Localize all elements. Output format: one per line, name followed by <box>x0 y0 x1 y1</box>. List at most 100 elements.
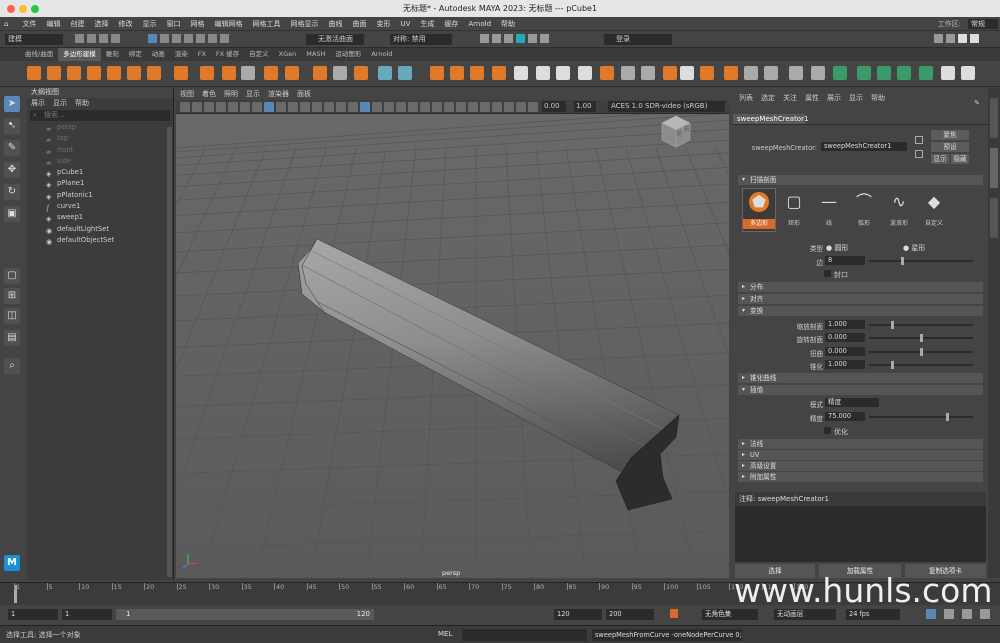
outliner-item[interactable]: ▰ side <box>27 156 173 167</box>
outliner-item[interactable]: ◈ pCube1 <box>27 167 173 178</box>
node-tab[interactable]: sweepMeshCreator1 <box>733 114 808 124</box>
attr-menu-3[interactable]: 属性 <box>801 88 823 108</box>
viewport-menu-2[interactable]: 照明 <box>220 88 242 100</box>
type-star-radio[interactable]: ● 星形 <box>903 243 925 253</box>
viewport-tool-icon-19[interactable] <box>408 102 418 112</box>
shelf-tool-icon-34[interactable] <box>764 66 778 80</box>
zoom-window-button[interactable] <box>31 5 39 13</box>
profile-option[interactable]: ∿ 波浪形 <box>883 189 915 231</box>
sides-field[interactable]: 8 <box>825 256 865 265</box>
viewport-tool-icon-12[interactable] <box>324 102 334 112</box>
menu-item-10[interactable]: 网格显示 <box>285 17 323 31</box>
presets-button[interactable]: 预设 <box>931 142 969 152</box>
menu-item-13[interactable]: 变形 <box>371 17 395 31</box>
menu-item-14[interactable]: UV <box>395 17 415 31</box>
shelf-tool-icon-6[interactable] <box>147 66 161 80</box>
viewport-tool-icon-29[interactable] <box>528 102 538 112</box>
shelf-tab-4[interactable]: 动画 <box>147 48 170 61</box>
shelf-tool-icon-3[interactable] <box>87 66 101 80</box>
viewport-menu-4[interactable]: 渲染器 <box>264 88 293 100</box>
optimize-checkbox[interactable] <box>824 427 831 434</box>
menu-set-select[interactable]: 建模 <box>5 34 63 45</box>
shelf-tool-icon-14[interactable] <box>333 66 347 80</box>
outliner-item[interactable]: ◈ pPlatonic1 <box>27 190 173 201</box>
exposure-field[interactable]: 0.00 <box>542 101 566 112</box>
attr-menu-2[interactable]: 关注 <box>779 88 801 108</box>
symmetry-select[interactable]: 对称: 禁用 <box>390 34 452 45</box>
shelf-tool-icon-36[interactable] <box>811 66 825 80</box>
notes-area[interactable]: 注释: sweepMeshCreator1 <box>735 492 986 562</box>
shelf-tool-icon-9[interactable] <box>222 66 236 80</box>
shelf-tool-icon-17[interactable] <box>398 66 412 80</box>
shelf-tab-5[interactable]: 渲染 <box>170 48 193 61</box>
profile-option[interactable]: ▢ 矩形 <box>778 189 810 231</box>
transform-section-header[interactable]: 变换 <box>738 306 983 316</box>
character-set-select[interactable]: 无角色集 <box>702 609 758 620</box>
input-node-icon[interactable] <box>915 136 923 144</box>
shelf-tool-icon-40[interactable] <box>897 66 911 80</box>
shelf-tool-icon-26[interactable] <box>600 66 614 80</box>
viewport-tool-icon-28[interactable] <box>516 102 526 112</box>
shelf-tool-icon-7[interactable] <box>174 66 188 80</box>
menu-item-17[interactable]: Arnold <box>463 17 496 31</box>
viewport-tool-icon-27[interactable] <box>504 102 514 112</box>
fps-select[interactable]: 24 fps <box>846 609 900 620</box>
range-slider[interactable]: 1 120 <box>116 609 374 620</box>
gamma-field[interactable]: 1.00 <box>574 101 596 112</box>
home-icon[interactable]: ⌂ <box>0 17 12 31</box>
menu-item-9[interactable]: 网格工具 <box>247 17 285 31</box>
focus-button[interactable]: 聚焦 <box>931 130 969 140</box>
outliner-menu-0[interactable]: 展示 <box>31 99 45 107</box>
viewport-tool-icon-0[interactable] <box>180 102 190 112</box>
viewport-menu-5[interactable]: 面板 <box>293 88 315 100</box>
shelf-tool-icon-8[interactable] <box>200 66 214 80</box>
shelf-tool-icon-23[interactable] <box>536 66 550 80</box>
viewport-tool-icon-17[interactable] <box>384 102 394 112</box>
interpolation-section-header[interactable]: 插值 <box>738 385 983 395</box>
node-name-field[interactable]: sweepMeshCreator1 <box>821 142 907 151</box>
shelf-tool-icon-42[interactable] <box>941 66 955 80</box>
menu-item-3[interactable]: 选择 <box>89 17 113 31</box>
shelf-tool-icon-24[interactable] <box>556 66 570 80</box>
precision-field[interactable]: 75.000 <box>825 412 865 421</box>
shelf-tab-2[interactable]: 雕刻 <box>101 48 124 61</box>
shelf-tool-icon-37[interactable] <box>833 66 847 80</box>
shelf-tab-12[interactable]: Arnold <box>366 48 397 61</box>
show-button[interactable]: 显示 <box>931 154 949 164</box>
outliner-item[interactable]: ▰ persp <box>27 122 173 133</box>
menu-item-11[interactable]: 曲线 <box>323 17 347 31</box>
shelf-tool-icon-38[interactable] <box>857 66 871 80</box>
select-tool-icon[interactable]: ➤ <box>4 96 20 112</box>
menu-item-8[interactable]: 编辑网格 <box>209 17 247 31</box>
viewport[interactable]: 前 右 persp <box>176 88 729 578</box>
outliner-item[interactable]: ◈ pPlane1 <box>27 178 173 189</box>
outliner-item[interactable]: ◈ sweep1 <box>27 212 173 223</box>
shelf-tool-icon-10[interactable] <box>241 66 255 80</box>
move-tool-icon[interactable]: ✥ <box>4 162 20 178</box>
outliner-item[interactable]: ▰ front <box>27 145 173 156</box>
section-header-b0[interactable]: 法线 <box>738 439 983 449</box>
section-header-1[interactable]: 对齐 <box>738 294 983 304</box>
menu-item-16[interactable]: 缓存 <box>439 17 463 31</box>
shelf-tab-8[interactable]: 自定义 <box>244 48 274 61</box>
shelf-tool-icon-12[interactable] <box>285 66 299 80</box>
outliner-item[interactable]: ◉ defaultObjectSet <box>27 235 173 246</box>
shelf-tool-icon-31[interactable] <box>700 66 714 80</box>
attr-menu-0[interactable]: 列表 <box>735 88 757 108</box>
shelf-tool-icon-18[interactable] <box>430 66 444 80</box>
login-button[interactable]: 登录 <box>604 34 672 45</box>
outliner-menu-2[interactable]: 帮助 <box>75 99 89 107</box>
shelf-tool-icon-2[interactable] <box>67 66 81 80</box>
viewport-tool-icon-4[interactable] <box>228 102 238 112</box>
attr-menu-6[interactable]: 帮助 <box>867 88 889 108</box>
shelf-tool-icon-20[interactable] <box>470 66 484 80</box>
shelf-tool-icon-15[interactable] <box>354 66 368 80</box>
side-tab-channel-box[interactable] <box>990 98 998 138</box>
outliner-search-input[interactable]: ⌕ 搜索... <box>30 110 170 121</box>
scale-profile-slider[interactable] <box>869 321 973 329</box>
shelf-tool-icon-5[interactable] <box>127 66 141 80</box>
side-by-side-layout-icon[interactable]: ◫ <box>4 308 20 324</box>
outliner-item[interactable]: ∫ curve1 <box>27 201 173 212</box>
viewport-menu-1[interactable]: 着色 <box>198 88 220 100</box>
shelf-tab-11[interactable]: 运动图形 <box>330 48 366 61</box>
